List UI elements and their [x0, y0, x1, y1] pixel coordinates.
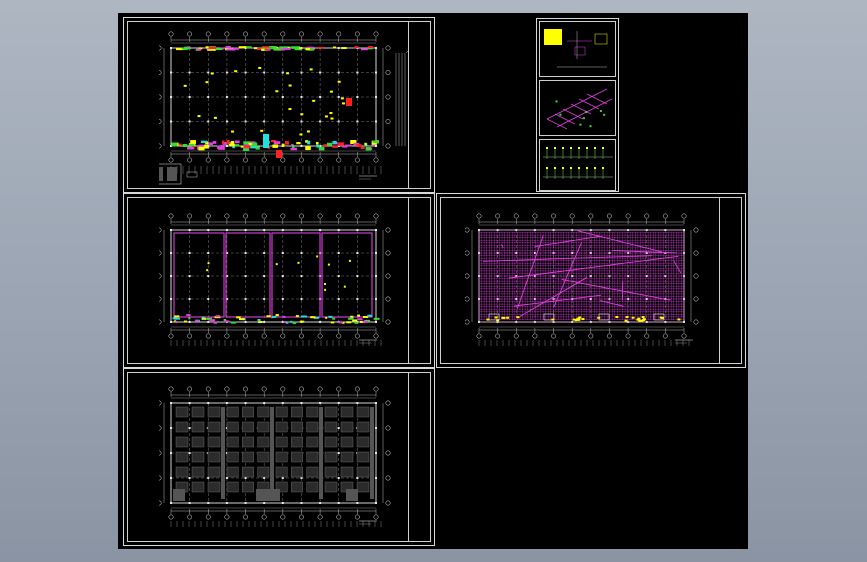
sheet-4-title-block	[408, 372, 431, 542]
floor-plan-1	[159, 31, 409, 185]
floor-plan-3	[465, 213, 699, 346]
floor-plan-2	[159, 213, 391, 346]
sheet-3-title-block	[719, 197, 742, 364]
drawing-sheet-5[interactable]	[536, 18, 619, 192]
drawing-sheet-1[interactable]	[123, 17, 435, 193]
model-space[interactable]	[118, 13, 748, 549]
drawing-sheet-3[interactable]	[436, 193, 746, 368]
floor-plan-4	[159, 386, 391, 527]
detail-drawings	[543, 29, 613, 179]
sheet-2-title-block	[408, 197, 431, 364]
drawing-sheet-4[interactable]	[123, 368, 435, 546]
sheet-1-title-block	[408, 21, 431, 189]
drawing-sheet-2[interactable]	[123, 193, 435, 368]
